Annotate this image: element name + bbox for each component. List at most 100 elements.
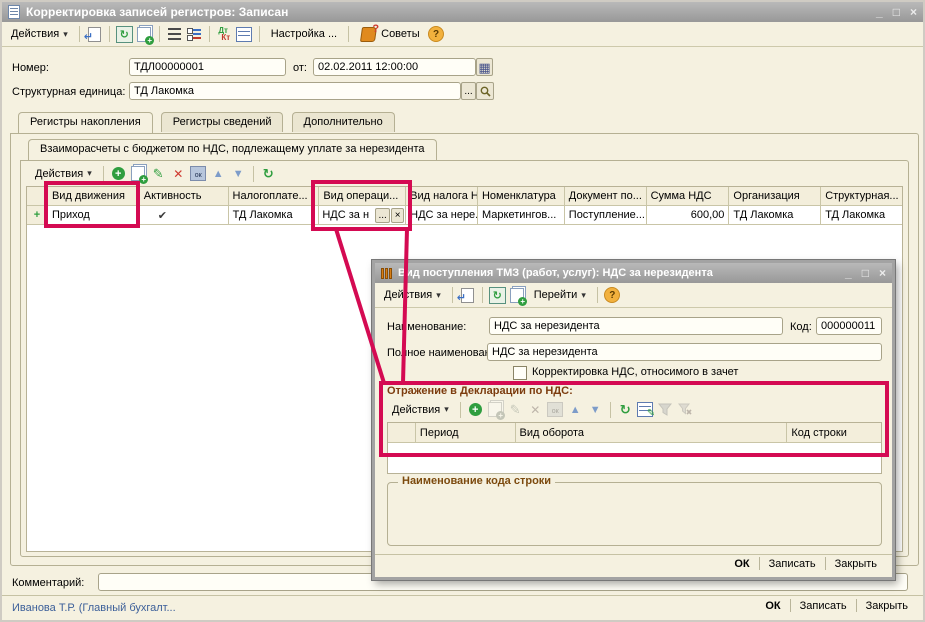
operation-select-button[interactable]: ... [375,208,390,223]
calendar-button[interactable]: ▦ [476,58,493,76]
col-taxpayer[interactable]: Налогоплате... [229,187,320,206]
copy-icon[interactable]: + [136,26,153,42]
move-up-icon[interactable]: ▲ [567,402,584,418]
list-icon[interactable] [166,26,183,42]
tips-button[interactable]: ? Советы [355,24,424,44]
declaration-actions-menu[interactable]: Действия▾ [387,402,454,418]
refresh-table-icon[interactable]: ↻ [617,402,634,418]
code-input[interactable]: 000000011 [816,317,882,335]
delete-row-icon[interactable]: ✕ [170,166,187,182]
end-edit-icon[interactable]: ок [190,166,207,182]
name-input[interactable]: НДС за нерезидента [489,317,783,335]
col-tax-kind[interactable]: Вид налога Н... [406,187,478,206]
edit-row-icon[interactable]: ✎ [150,166,167,182]
main-window: Корректировка записей регистров: Записан… [0,0,925,622]
end-edit-icon[interactable]: ок [547,402,564,418]
help-icon[interactable]: ? [428,26,445,42]
full-name-input[interactable]: НДС за нерезидента [487,343,882,361]
dialog-footer-buttons: ОК Записать Закрыть [725,557,886,570]
mark-list-icon[interactable] [186,26,203,42]
operation-clear-button[interactable]: × [391,208,404,223]
move-down-icon[interactable]: ▼ [587,402,604,418]
unit-select-button[interactable]: ... [461,82,476,100]
dialog-close-form-button[interactable]: Закрыть [826,558,886,570]
table-actions-menu[interactable]: Действия▾ [30,166,97,182]
dtkt-icon[interactable]: ДтКт [216,26,233,42]
go-menu-button[interactable]: Перейти▾ [529,287,591,303]
tab-additional[interactable]: Дополнительно [292,112,395,132]
declaration-empty-area[interactable] [388,443,881,473]
minimize-button[interactable]: _ [876,5,883,19]
filter-settings-icon[interactable]: ✎ [637,402,654,418]
col-line-code[interactable]: Код строки [787,423,881,443]
table-row[interactable]: + Приход ✔ ТД Лакомка НДС за н ... × НДС… [27,206,902,225]
col-vat-sum[interactable]: Сумма НДС [647,187,730,206]
col-turnover-kind[interactable]: Вид оборота [516,423,788,443]
add-row-icon[interactable]: + [467,402,484,418]
dialog-toolbar: Действия▾ ↵ ↻ + Перейти▾ ? [375,283,892,308]
col-operation[interactable]: Вид операци... [319,187,406,206]
dialog-window: Вид поступления ТМЗ (работ, услуг): НДС … [372,260,895,580]
delete-row-icon[interactable]: ✕ [527,402,544,418]
cell-unit[interactable]: ТД Лакомка [821,206,902,225]
cell-organization[interactable]: ТД Лакомка [729,206,821,225]
refresh-table-icon[interactable]: ↻ [260,166,277,182]
dialog-close-button[interactable]: × [879,266,886,280]
col-organization[interactable]: Организация [729,187,821,206]
dialog-minimize-button[interactable]: _ [845,266,852,280]
write-icon[interactable]: ↵ [86,26,103,42]
close-form-button[interactable]: Закрыть [857,600,917,612]
save-button[interactable]: Записать [791,600,856,612]
cell-kind[interactable]: Приход [48,206,140,225]
cell-activity[interactable]: ✔ [140,206,229,225]
tab-information-registers[interactable]: Регистры сведений [161,112,284,132]
dialog-title: Вид поступления ТМЗ (работ, услуг): НДС … [398,267,713,279]
cell-tax-kind[interactable]: НДС за нере... [406,206,478,225]
close-button[interactable]: × [910,5,917,19]
cell-taxpayer[interactable]: ТД Лакомка [229,206,320,225]
unit-input[interactable]: ТД Лакомка [129,82,461,100]
tab-accumulation-registers[interactable]: Регистры накопления [18,112,153,133]
refresh-icon[interactable]: ↻ [489,287,506,303]
col-nomenclature[interactable]: Номенклатура [478,187,565,206]
copy-row-icon[interactable]: + [130,166,147,182]
help-icon[interactable]: ? [604,287,621,303]
number-input[interactable]: ТДЛ00000001 [129,58,286,76]
ok-button[interactable]: ОК [756,600,789,612]
col-document[interactable]: Документ по... [565,187,647,206]
edit-row-icon[interactable]: ✎ [507,402,524,418]
move-up-icon[interactable]: ▲ [210,166,227,182]
cell-nomenclature[interactable]: Маркетингов... [478,206,565,225]
filter-icon[interactable] [657,402,674,418]
col-activity[interactable]: Активность [140,187,229,206]
declaration-toolbar: Действия▾ + + ✎ ✕ ок ▲ ▼ ↻ ✎ [383,398,823,421]
date-input[interactable]: 02.02.2011 12:00:00 [313,58,476,76]
vat-correction-checkbox[interactable] [513,366,527,380]
dialog-ok-button[interactable]: ОК [725,558,758,570]
filter-clear-icon[interactable] [677,402,694,418]
settings-button[interactable]: Настройка ... [266,26,342,42]
cell-vat-sum[interactable]: 600,00 [647,206,730,225]
cell-document[interactable]: Поступление... [565,206,647,225]
main-title-bar: Корректировка записей регистров: Записан… [2,2,923,22]
col-kind[interactable]: Вид движения [48,187,140,206]
inner-tab-vat-settlements[interactable]: Взаиморасчеты с бюджетом по НДС, подлежа… [28,139,437,160]
cell-operation[interactable]: НДС за н ... × [319,206,406,225]
write-icon[interactable]: ↵ [459,287,476,303]
copy-icon[interactable]: + [509,287,526,303]
window-title: Корректировка записей регистров: Записан [26,5,288,19]
col-unit[interactable]: Структурная... [821,187,902,206]
name-label: Наименование: [387,321,466,333]
dialog-maximize-button[interactable]: □ [862,266,869,280]
dialog-save-button[interactable]: Записать [760,558,825,570]
unit-search-button[interactable] [476,82,494,100]
report-icon[interactable] [236,26,253,42]
actions-menu-button[interactable]: Действия▾ [6,26,73,42]
refresh-icon[interactable]: ↻ [116,26,133,42]
copy-row-icon[interactable]: + [487,402,504,418]
maximize-button[interactable]: □ [893,5,900,19]
dialog-actions-menu[interactable]: Действия▾ [379,287,446,303]
move-down-icon[interactable]: ▼ [230,166,247,182]
add-row-icon[interactable]: + [110,166,127,182]
col-period[interactable]: Период [416,423,516,443]
